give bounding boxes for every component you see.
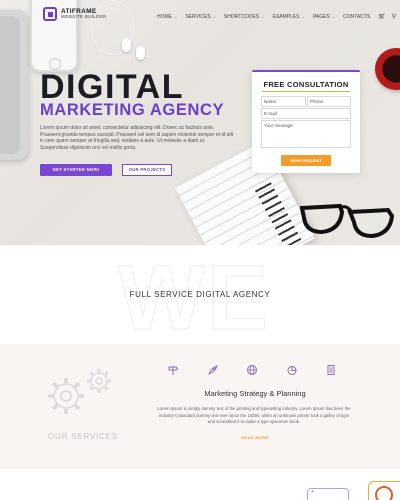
plus-icon: + xyxy=(311,489,314,495)
menu-item-pages[interactable]: PAGES ⌄ xyxy=(313,13,335,20)
menu-item-examples[interactable]: EXAMPLES ⌄ xyxy=(272,13,304,20)
chevron-down-icon: ⌄ xyxy=(212,14,216,19)
globe-icon[interactable] xyxy=(246,364,258,376)
read-more-link[interactable]: READ MORE xyxy=(160,435,350,440)
email-field[interactable]: E-mail xyxy=(261,108,351,119)
consultation-title: FREE CONSULTATION xyxy=(263,80,349,89)
menu-item-shortcodes[interactable]: SHORTCODES ⌄ xyxy=(224,13,265,20)
feature-badge xyxy=(368,481,400,500)
menu-item-label: HOME xyxy=(157,13,172,20)
menu-item-label: SERVICES xyxy=(185,13,211,20)
chevron-down-icon: ⌄ xyxy=(261,14,265,19)
pie-chart-icon[interactable] xyxy=(286,364,298,376)
site-logo[interactable]: ATIFRAME WEBSITE BUILDER xyxy=(43,7,107,21)
title-underline xyxy=(262,91,350,92)
service-title: Marketing Strategy & Planning xyxy=(204,389,306,398)
menu-item-services[interactable]: SERVICES ⌄ xyxy=(185,13,216,20)
earbud-right-image xyxy=(136,46,145,60)
signpost-icon[interactable] xyxy=(167,364,179,376)
laptop-image xyxy=(0,10,28,160)
menu-item-label: SHORTCODES xyxy=(223,13,260,20)
agency-heading: FULL SERVICE DIGITAL AGENCY xyxy=(129,290,271,299)
chevron-down-icon: ⌄ xyxy=(174,14,178,19)
document-icon[interactable] xyxy=(325,364,337,376)
hero-section: ATIFRAME WEBSITE BUILDER HOME ⌄ SERVICES… xyxy=(0,0,400,245)
message-field[interactable]: Your message xyxy=(261,120,351,148)
coffee-cup-image xyxy=(375,48,400,90)
service-icon-tabs xyxy=(167,364,337,376)
eyeglasses-image xyxy=(300,203,395,239)
menu-item-contacts[interactable]: CONTACTS xyxy=(343,13,370,20)
rocket-icon[interactable] xyxy=(207,364,219,376)
search-icon[interactable]: ⚲ xyxy=(392,13,396,20)
menu-item-label: PAGES xyxy=(312,13,330,20)
gear-icon xyxy=(48,378,84,414)
hero-subtitle: MARKETING AGENCY xyxy=(40,101,225,119)
menu-item-label: CONTACTS xyxy=(343,13,371,20)
send-request-button[interactable]: SEND REQUEST xyxy=(281,155,331,166)
cart-icon[interactable]: 🛒︎ xyxy=(378,13,386,20)
get-started-button[interactable]: GET STARTED NOW! xyxy=(40,164,112,176)
chevron-down-icon: ⌄ xyxy=(331,14,336,19)
our-services-label: OUR SERVICES xyxy=(48,432,118,441)
our-projects-button[interactable]: OUR PROJECTS xyxy=(122,164,172,176)
menu-item-label: EXAMPLES xyxy=(272,13,300,20)
gear-small-icon xyxy=(87,369,111,393)
phone-field[interactable]: Phone xyxy=(307,96,351,107)
hero-description: Lorem ipsum dolor sit amet, consectetur … xyxy=(40,125,234,151)
menu-item-home[interactable]: HOME ⌄ xyxy=(157,13,177,20)
chevron-down-icon: ⌄ xyxy=(301,14,305,19)
logo-icon xyxy=(43,7,57,21)
logo-tagline: WEBSITE BUILDER xyxy=(61,14,107,19)
consultation-form: FREE CONSULTATION Name Phone E-mail Your… xyxy=(252,70,360,173)
main-menu: HOME ⌄ SERVICES ⌄ SHORTCODES ⌄ EXAMPLES … xyxy=(157,13,400,21)
service-description: Lorem Ipsum is simply dummy text of the … xyxy=(157,406,351,424)
earbud-left-image xyxy=(122,38,131,52)
top-navigation: ATIFRAME WEBSITE BUILDER HOME ⌄ SERVICES… xyxy=(0,0,400,32)
name-field[interactable]: Name xyxy=(261,96,306,107)
